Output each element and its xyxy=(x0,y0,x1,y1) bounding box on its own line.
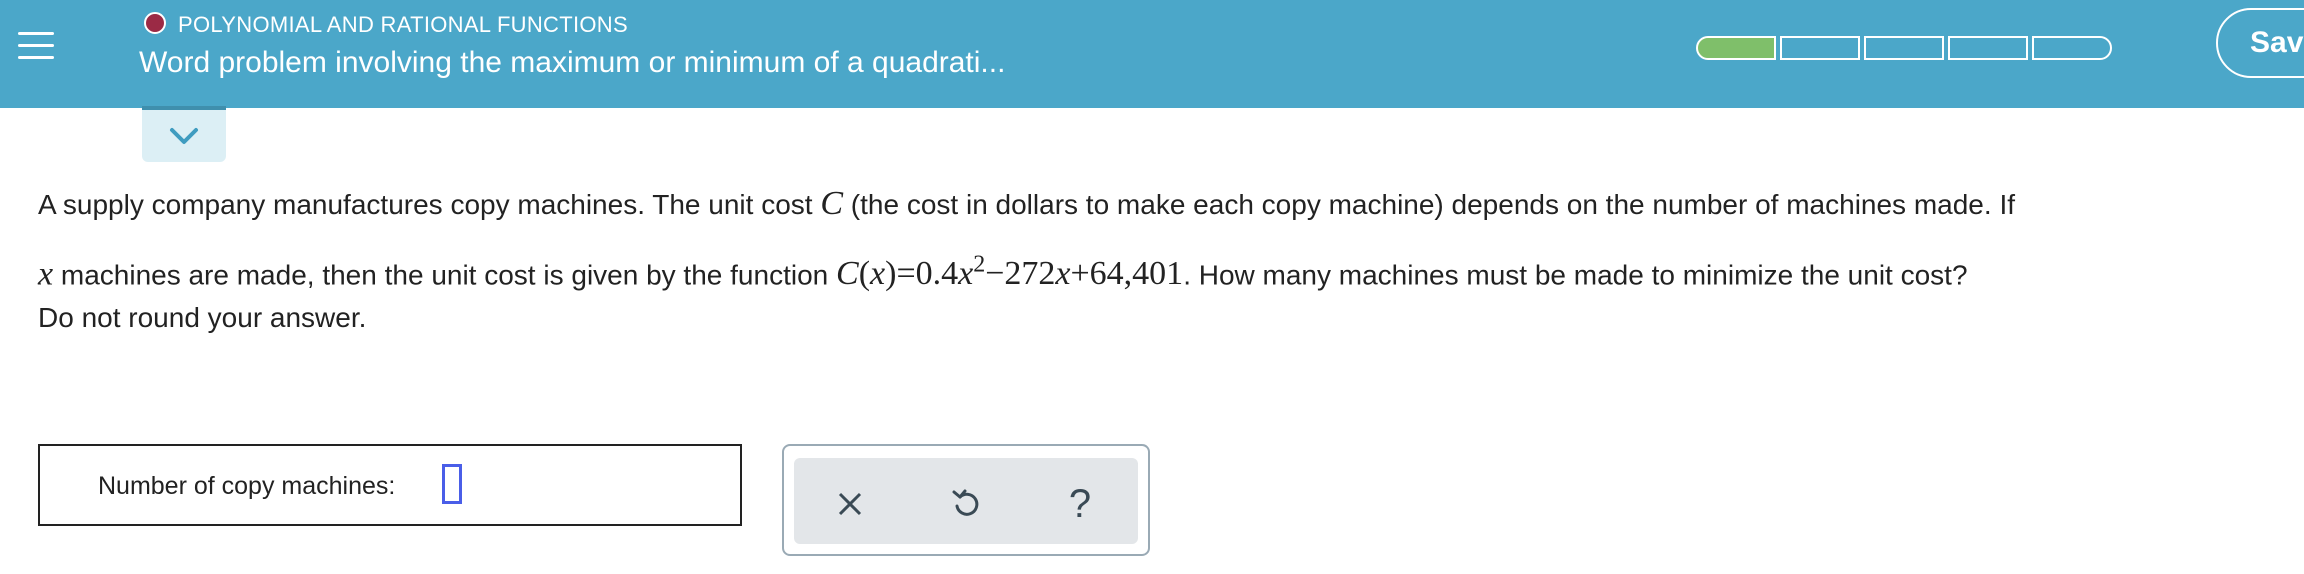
chevron-down-icon xyxy=(170,128,198,144)
variable-c: C xyxy=(820,185,844,222)
question-text-part: A supply company manufactures copy machi… xyxy=(38,189,821,220)
answer-label: Number of copy machines: xyxy=(98,472,396,500)
top-bar: POLYNOMIAL AND RATIONAL FUNCTIONS Word p… xyxy=(0,0,2304,108)
save-button[interactable]: Save xyxy=(2216,8,2304,78)
close-icon xyxy=(838,492,862,516)
instruction-note: Do not round your answer. xyxy=(38,302,367,333)
function-name: C xyxy=(836,255,859,293)
function-argument: x xyxy=(870,255,886,293)
function-variable: x xyxy=(1055,255,1071,293)
answer-tools: ? xyxy=(782,444,1150,556)
answer-input[interactable] xyxy=(442,464,462,504)
function-term: =0.4 xyxy=(896,255,959,293)
menu-icon[interactable] xyxy=(14,24,58,68)
answer-panel: Number of copy machines: xyxy=(38,444,742,526)
expand-toggle[interactable] xyxy=(142,106,226,162)
question-text-part: (the cost in dollars to make each copy m… xyxy=(843,189,2015,220)
function-paren: ( xyxy=(858,255,871,293)
tools-panel: ? xyxy=(794,458,1138,544)
progress-bar xyxy=(1696,36,2112,60)
progress-segment xyxy=(1780,36,1860,60)
function-term: −272 xyxy=(985,255,1056,293)
variable-x: x xyxy=(38,255,54,293)
clear-button[interactable] xyxy=(830,484,870,524)
topic-status-icon xyxy=(144,12,166,34)
function-paren: ) xyxy=(885,255,897,293)
undo-button[interactable] xyxy=(946,484,986,524)
question-text-part: machines are made, then the unit cost is… xyxy=(53,259,836,291)
help-icon[interactable]: ? xyxy=(1060,482,1100,526)
progress-segment xyxy=(1948,36,2028,60)
function-term: +64,401 xyxy=(1070,255,1184,293)
progress-segment xyxy=(1864,36,1944,60)
problem-title: Word problem involving the maximum or mi… xyxy=(139,46,1006,79)
cost-function: C(x)=0.4x2−272x+64,401 xyxy=(836,252,1184,293)
question-text-part: . How many machines must be made to mini… xyxy=(1183,259,1968,291)
topic-label: POLYNOMIAL AND RATIONAL FUNCTIONS xyxy=(178,12,628,37)
progress-segment xyxy=(2032,36,2112,60)
undo-icon xyxy=(952,489,979,516)
function-exponent: 2 xyxy=(973,252,986,278)
progress-segment-completed xyxy=(1696,36,1776,60)
question-text: A supply company manufactures copy machi… xyxy=(38,174,2288,305)
function-variable: x xyxy=(958,255,974,293)
